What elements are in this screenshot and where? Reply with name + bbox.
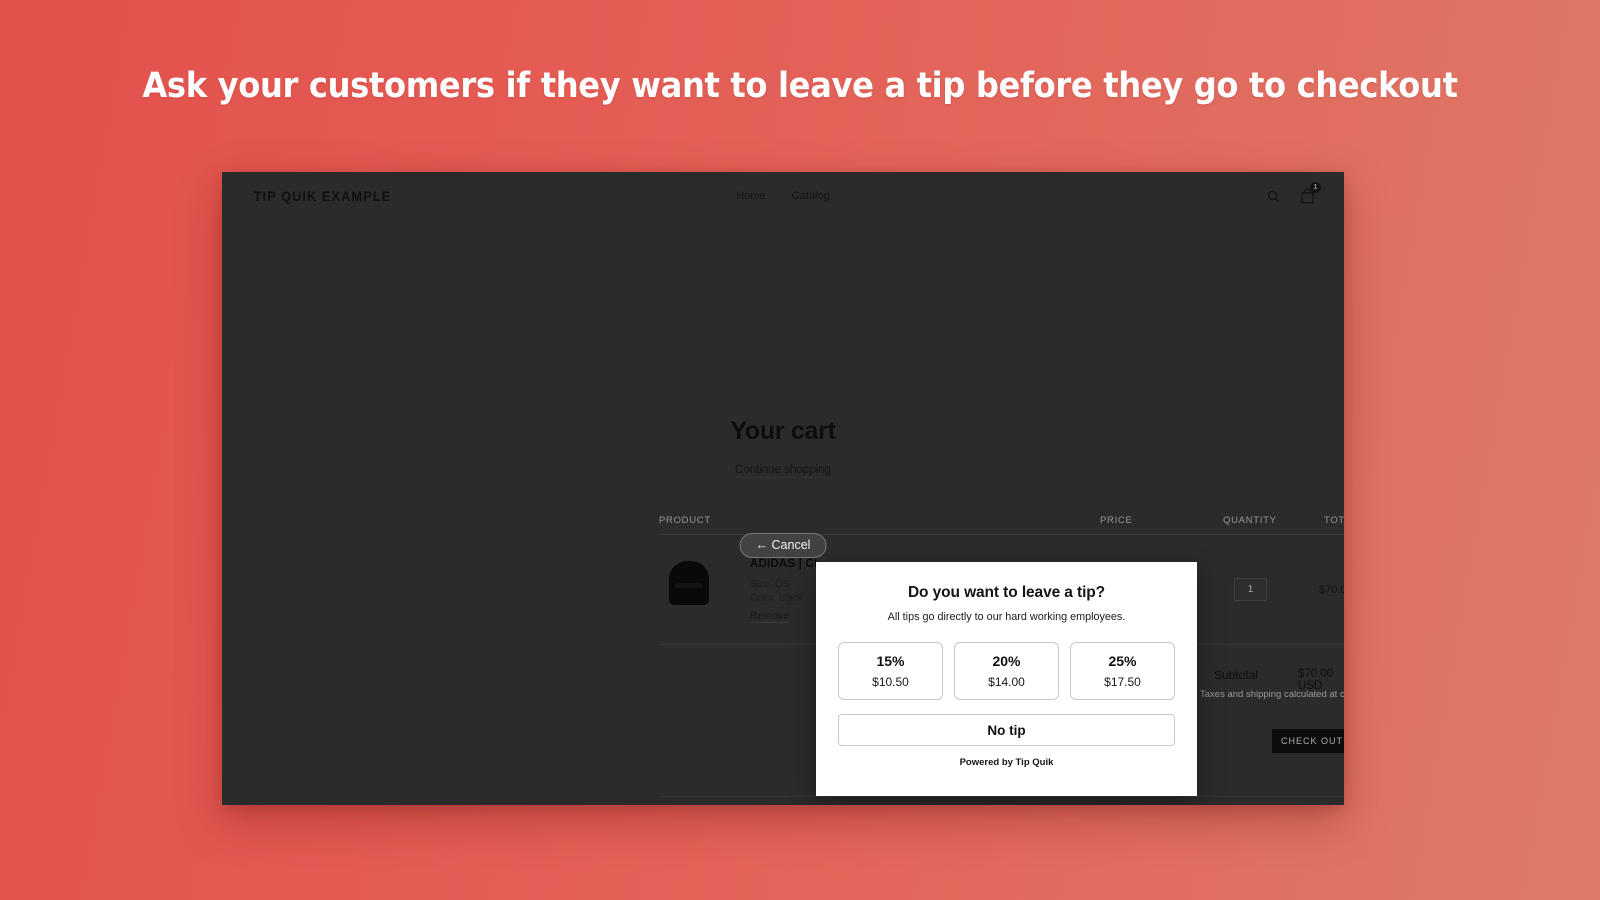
tip-amount: $17.50 (1104, 675, 1141, 689)
product-color: Color: black (750, 593, 803, 604)
headline: Ask your customers if they want to leave… (142, 66, 1458, 106)
column-header-price: PRICE (1100, 515, 1133, 526)
remove-item-label: Remove (750, 610, 790, 623)
page-title: Your cart (730, 417, 836, 445)
footer-divider (659, 796, 1344, 797)
continue-shopping-link[interactable]: Continue shopping (222, 464, 1344, 478)
column-header-total: TOTAL (1324, 515, 1344, 526)
tip-option-25[interactable]: 25% $17.50 (1070, 642, 1175, 700)
promo-banner: Ask your customers if they want to leave… (0, 0, 1600, 900)
tip-option-15[interactable]: 15% $10.50 (838, 642, 943, 700)
tip-amount: $14.00 (988, 675, 1025, 689)
subtotal-label: Subtotal (1214, 668, 1259, 682)
column-header-product: PRODUCT (659, 515, 711, 526)
checkout-button[interactable]: CHECK OUT (1272, 729, 1344, 753)
cart-count-badge: 1 (1310, 182, 1321, 193)
column-header-quantity: QUANTITY (1223, 515, 1277, 526)
tip-percent: 20% (992, 653, 1021, 669)
no-tip-button[interactable]: No tip (838, 714, 1175, 746)
tip-percent: 25% (1108, 653, 1137, 669)
tip-option-20[interactable]: 20% $14.00 (954, 642, 1059, 700)
header-icons: 1 (1264, 182, 1321, 205)
tip-modal-subtitle: All tips go directly to our hard working… (887, 611, 1126, 623)
remove-item-link[interactable]: Remove (750, 610, 790, 623)
site-header: TIP QUIK EXAMPLE Home Catalog 1 (222, 172, 1344, 220)
powered-by-label: Powered by Tip Quik (959, 757, 1054, 768)
quantity-input[interactable]: 1 (1234, 578, 1267, 601)
product-thumbnail[interactable] (665, 557, 713, 605)
nav-item-catalog[interactable]: Catalog (792, 190, 830, 202)
product-name[interactable]: ADIDAS | CL (750, 558, 821, 570)
cancel-button[interactable]: ← Cancel (739, 533, 827, 558)
continue-shopping-label: Continue shopping (735, 464, 831, 478)
tip-modal: Do you want to leave a tip? All tips go … (816, 562, 1197, 796)
store-logo[interactable]: TIP QUIK EXAMPLE (254, 189, 392, 204)
nav-item-home[interactable]: Home (736, 190, 765, 202)
tip-amount: $10.50 (872, 675, 909, 689)
tip-percent: 15% (876, 653, 905, 669)
line-item-total: $70.00 (1319, 584, 1344, 596)
tip-options: 15% $10.50 20% $14.00 25% $17.50 (838, 642, 1175, 700)
cart-icon[interactable]: 1 (1298, 182, 1321, 205)
search-icon[interactable] (1264, 187, 1282, 205)
store-window: TIP QUIK EXAMPLE Home Catalog 1 Your car… (222, 172, 1344, 805)
tax-shipping-note: Taxes and shipping calculated at checkou… (1200, 689, 1344, 700)
tip-modal-title: Do you want to leave a tip? (907, 584, 1106, 601)
backpack-image (669, 561, 709, 605)
product-size: Size: OS (750, 579, 790, 590)
